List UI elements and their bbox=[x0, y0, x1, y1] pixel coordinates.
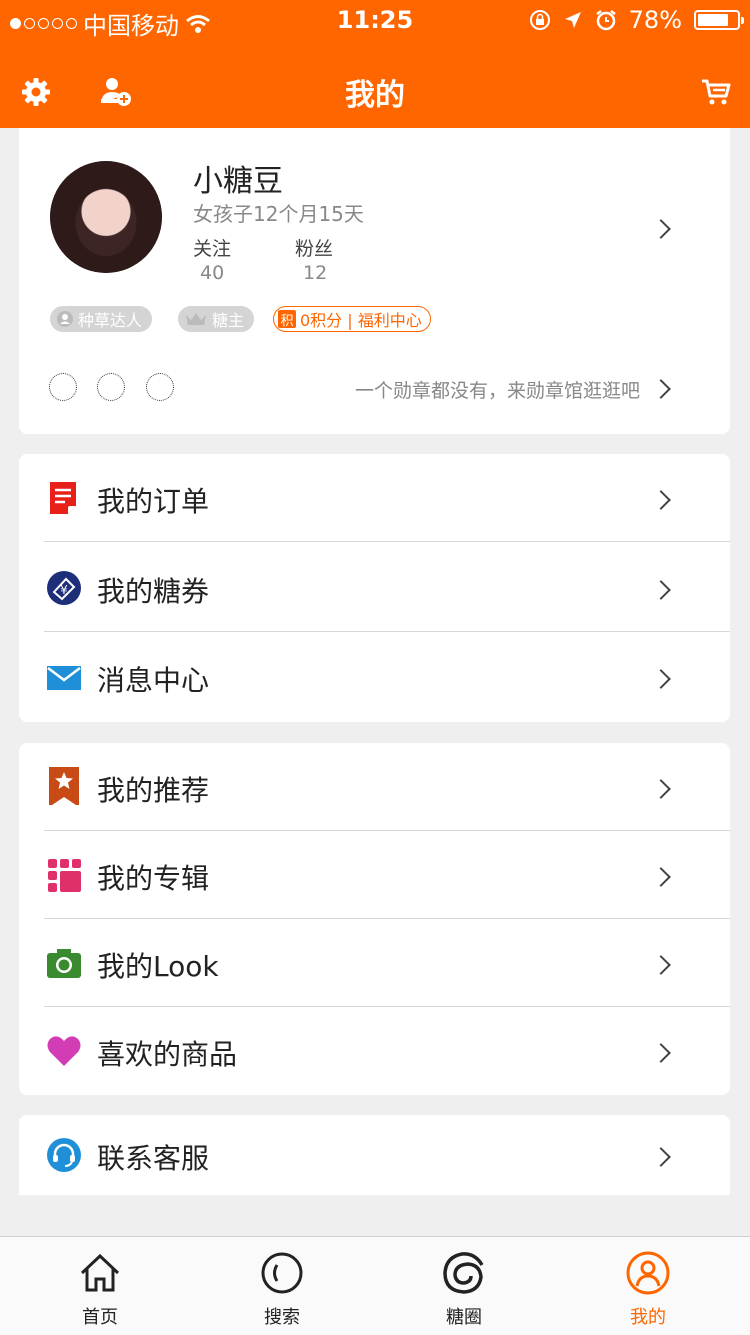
points-label: 0积分 | 福利中心 bbox=[300, 311, 422, 330]
headset-icon bbox=[47, 1138, 81, 1172]
menu-item-customer-service[interactable]: 联系客服 bbox=[19, 1115, 730, 1195]
following-label[interactable]: 关注 bbox=[193, 234, 231, 261]
crown-icon bbox=[186, 313, 206, 325]
tag-badge: 糖主 bbox=[178, 306, 255, 332]
user-age: 女孩子12个月15天 bbox=[193, 202, 364, 226]
fans-label[interactable]: 粉丝 bbox=[295, 234, 333, 261]
cart-icon bbox=[702, 79, 731, 105]
tab-bar: 首页 搜索 糖圈 我的 bbox=[0, 1236, 750, 1335]
battery-percent: 78% bbox=[628, 6, 682, 34]
menu-item-look[interactable]: 我的Look bbox=[19, 919, 730, 1007]
avatar[interactable] bbox=[50, 161, 162, 273]
menu-item-label: 我的订单 bbox=[97, 485, 210, 518]
medal-slot bbox=[146, 373, 174, 401]
tab-label: 糖圈 bbox=[446, 1307, 482, 1328]
chevron-right-icon bbox=[651, 580, 671, 600]
menu-item-messages[interactable]: 消息中心 bbox=[19, 633, 730, 721]
menu-item-recommendations[interactable]: 我的推荐 bbox=[19, 743, 730, 831]
chevron-right-icon bbox=[651, 1147, 671, 1167]
profile-icon bbox=[626, 1251, 670, 1295]
chevron-right-icon[interactable] bbox=[651, 379, 671, 399]
bookmark-star-icon bbox=[49, 767, 79, 805]
menu-item-label: 喜欢的商品 bbox=[97, 1038, 238, 1071]
location-icon bbox=[564, 12, 581, 28]
chevron-right-icon bbox=[651, 955, 671, 975]
menu-item-label: 联系客服 bbox=[97, 1142, 210, 1175]
tab-home[interactable]: 首页 bbox=[25, 1237, 175, 1335]
menu-item-orders[interactable]: 我的订单 bbox=[19, 454, 730, 542]
swirl-icon bbox=[443, 1252, 484, 1294]
cart-button[interactable] bbox=[696, 72, 736, 112]
page-title: 我的 bbox=[345, 78, 405, 113]
chevron-right-icon bbox=[651, 1043, 671, 1063]
medal-slot bbox=[49, 373, 77, 401]
menu-item-coupons[interactable]: ¥ 我的糖券 bbox=[19, 544, 730, 632]
menu-item-liked-products[interactable]: 喜欢的商品 bbox=[19, 1007, 730, 1095]
coupon-icon: ¥ bbox=[47, 571, 81, 605]
search-icon bbox=[261, 1252, 303, 1294]
heart-icon bbox=[47, 1036, 81, 1066]
menu-group-service: 联系客服 bbox=[19, 1115, 730, 1195]
tab-label: 我的 bbox=[630, 1307, 666, 1328]
tab-label: 首页 bbox=[82, 1307, 118, 1328]
rotation-lock-icon bbox=[529, 10, 550, 30]
tab-label: 搜索 bbox=[264, 1307, 300, 1328]
points-welfare-link[interactable]: 积 0积分 | 福利中心 bbox=[273, 306, 431, 332]
medal-hall-link[interactable]: 一个勋章都没有，来勋章馆逛逛吧 bbox=[355, 376, 640, 403]
menu-item-label: 我的糖券 bbox=[97, 575, 210, 608]
camera-icon bbox=[47, 949, 81, 978]
profile-card: 小糖豆 女孩子12个月15天 关注 40 粉丝 12 种草达人 糖主 积 0积分… bbox=[19, 128, 730, 434]
menu-group-content: 我的推荐 我的专辑 我的Look 喜欢的商品 bbox=[19, 743, 730, 1095]
menu-group-orders: 我的订单 ¥ 我的糖券 消息中心 bbox=[19, 454, 730, 722]
tab-mine[interactable]: 我的 bbox=[573, 1237, 723, 1335]
chevron-right-icon bbox=[651, 779, 671, 799]
medal-slot bbox=[97, 373, 125, 401]
svg-text:¥: ¥ bbox=[60, 583, 68, 597]
tag-label: 种草达人 bbox=[78, 311, 143, 330]
status-bar: 中国移动 11:25 78% bbox=[0, 0, 750, 40]
header: 中国移动 11:25 78% 我的 bbox=[0, 0, 750, 128]
tab-circle[interactable]: 糖圈 bbox=[389, 1237, 539, 1335]
tab-search[interactable]: 搜索 bbox=[207, 1237, 357, 1335]
order-icon bbox=[50, 482, 76, 514]
alarm-icon bbox=[595, 10, 616, 31]
chevron-right-icon bbox=[651, 867, 671, 887]
menu-item-label: 我的Look bbox=[97, 950, 219, 983]
tag-badge: 种草达人 bbox=[50, 306, 153, 332]
menu-item-label: 消息中心 bbox=[97, 664, 210, 697]
username: 小糖豆 bbox=[193, 164, 283, 199]
chevron-right-icon bbox=[651, 490, 671, 510]
menu-item-albums[interactable]: 我的专辑 bbox=[19, 831, 730, 919]
menu-item-label: 我的推荐 bbox=[97, 774, 210, 807]
points-icon: 积 bbox=[278, 310, 296, 329]
chevron-right-icon[interactable] bbox=[651, 219, 671, 239]
home-icon bbox=[80, 1253, 120, 1292]
tag-label: 糖主 bbox=[212, 311, 245, 330]
menu-item-label: 我的专辑 bbox=[97, 862, 210, 895]
album-grid-icon bbox=[48, 859, 81, 892]
battery-icon bbox=[694, 10, 744, 30]
mail-icon bbox=[47, 666, 81, 690]
following-count[interactable]: 40 bbox=[200, 262, 224, 284]
user-circle-icon bbox=[57, 311, 73, 327]
fans-count[interactable]: 12 bbox=[303, 262, 327, 284]
chevron-right-icon bbox=[651, 669, 671, 689]
